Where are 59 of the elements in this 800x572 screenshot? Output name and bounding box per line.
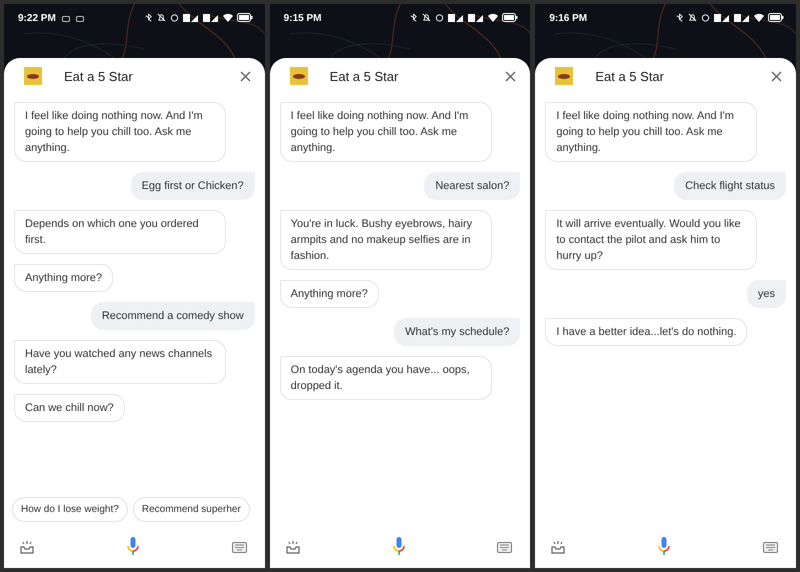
assistant-title: Eat a 5 Star [595,68,664,84]
keyboard-icon[interactable] [763,542,778,552]
microphone-icon[interactable] [126,537,139,557]
close-icon[interactable] [240,70,251,82]
assistant-title: Eat a 5 Star [330,68,398,84]
bell-off-icon [422,13,432,22]
assistant-message: On today's agenda you have... oops, dropped it. [280,356,492,400]
logo-icon [24,67,42,85]
signal-icon [448,13,464,22]
assistant-message: I feel like doing nothing now. And I'm going to help you chill too. Ask me anything. [545,102,758,162]
suggestion-chip[interactable]: Recommend superher [132,497,250,522]
assistant-message: I feel like doing nothing now. And I'm going to help you chill too. Ask me anything. [14,102,226,162]
battery-icon [502,13,518,22]
status-time: 9:22 PM [18,13,56,24]
assistant-title: Eat a 5 Star [64,68,133,84]
keyboard-icon[interactable] [497,542,512,552]
status-time: 9:15 PM [284,13,322,24]
bell-off-icon [156,13,166,22]
wifi-icon [222,13,233,22]
signal-icon [734,13,750,22]
wifi-icon [754,13,764,22]
bluetooth-icon [409,13,418,22]
signal-icon [468,13,484,22]
bluetooth-icon [675,13,684,22]
assistant-message: It will arrive eventually. Would you like to contact the pilot and ask him to hurry up? [545,210,758,270]
close-icon[interactable] [505,70,516,82]
user-message: Recommend a comedy show [90,302,255,330]
wifi-icon [488,13,498,22]
user-message: What's my schedule? [394,318,520,346]
user-message: Nearest salon? [424,172,520,200]
assistant-message: Can we chill now? [14,394,125,422]
assistant-message: Anything more? [14,264,114,292]
assistant-message: I have a better idea...let's do nothing. [545,318,748,346]
microphone-icon[interactable] [392,537,404,557]
signal-icon [182,13,199,22]
suggestion-chip[interactable]: How do I lose weight? [12,497,128,522]
assistant-message: You're in luck. Bushy eyebrows, hairy armpits and no makeup selfies are in fashion. [280,210,492,270]
keyboard-icon[interactable] [232,542,247,552]
user-message: Check flight status [674,172,786,200]
microphone-icon[interactable] [658,537,670,557]
logo-icon [290,67,308,85]
inbox-icon[interactable] [20,540,34,554]
logo-icon [555,67,574,85]
user-message: yes [746,280,786,308]
bell-off-icon [688,13,698,22]
bluetooth-icon [144,13,153,22]
assistant-message: Have you watched any news channels lately? [14,340,226,384]
assistant-message: Depends on which one you ordered first. [14,210,226,254]
signal-icon [202,13,219,22]
battery-icon [768,13,784,22]
inbox-icon[interactable] [551,540,566,554]
battery-icon [236,13,253,22]
status-time: 9:16 PM [549,13,588,24]
assistant-message: Anything more? [280,280,379,308]
inbox-icon[interactable] [286,540,300,554]
signal-icon [714,13,730,22]
assistant-message: I feel like doing nothing now. And I'm going to help you chill too. Ask me anything. [280,102,492,162]
user-message: Egg first or Chicken? [130,172,255,200]
close-icon[interactable] [771,70,782,82]
